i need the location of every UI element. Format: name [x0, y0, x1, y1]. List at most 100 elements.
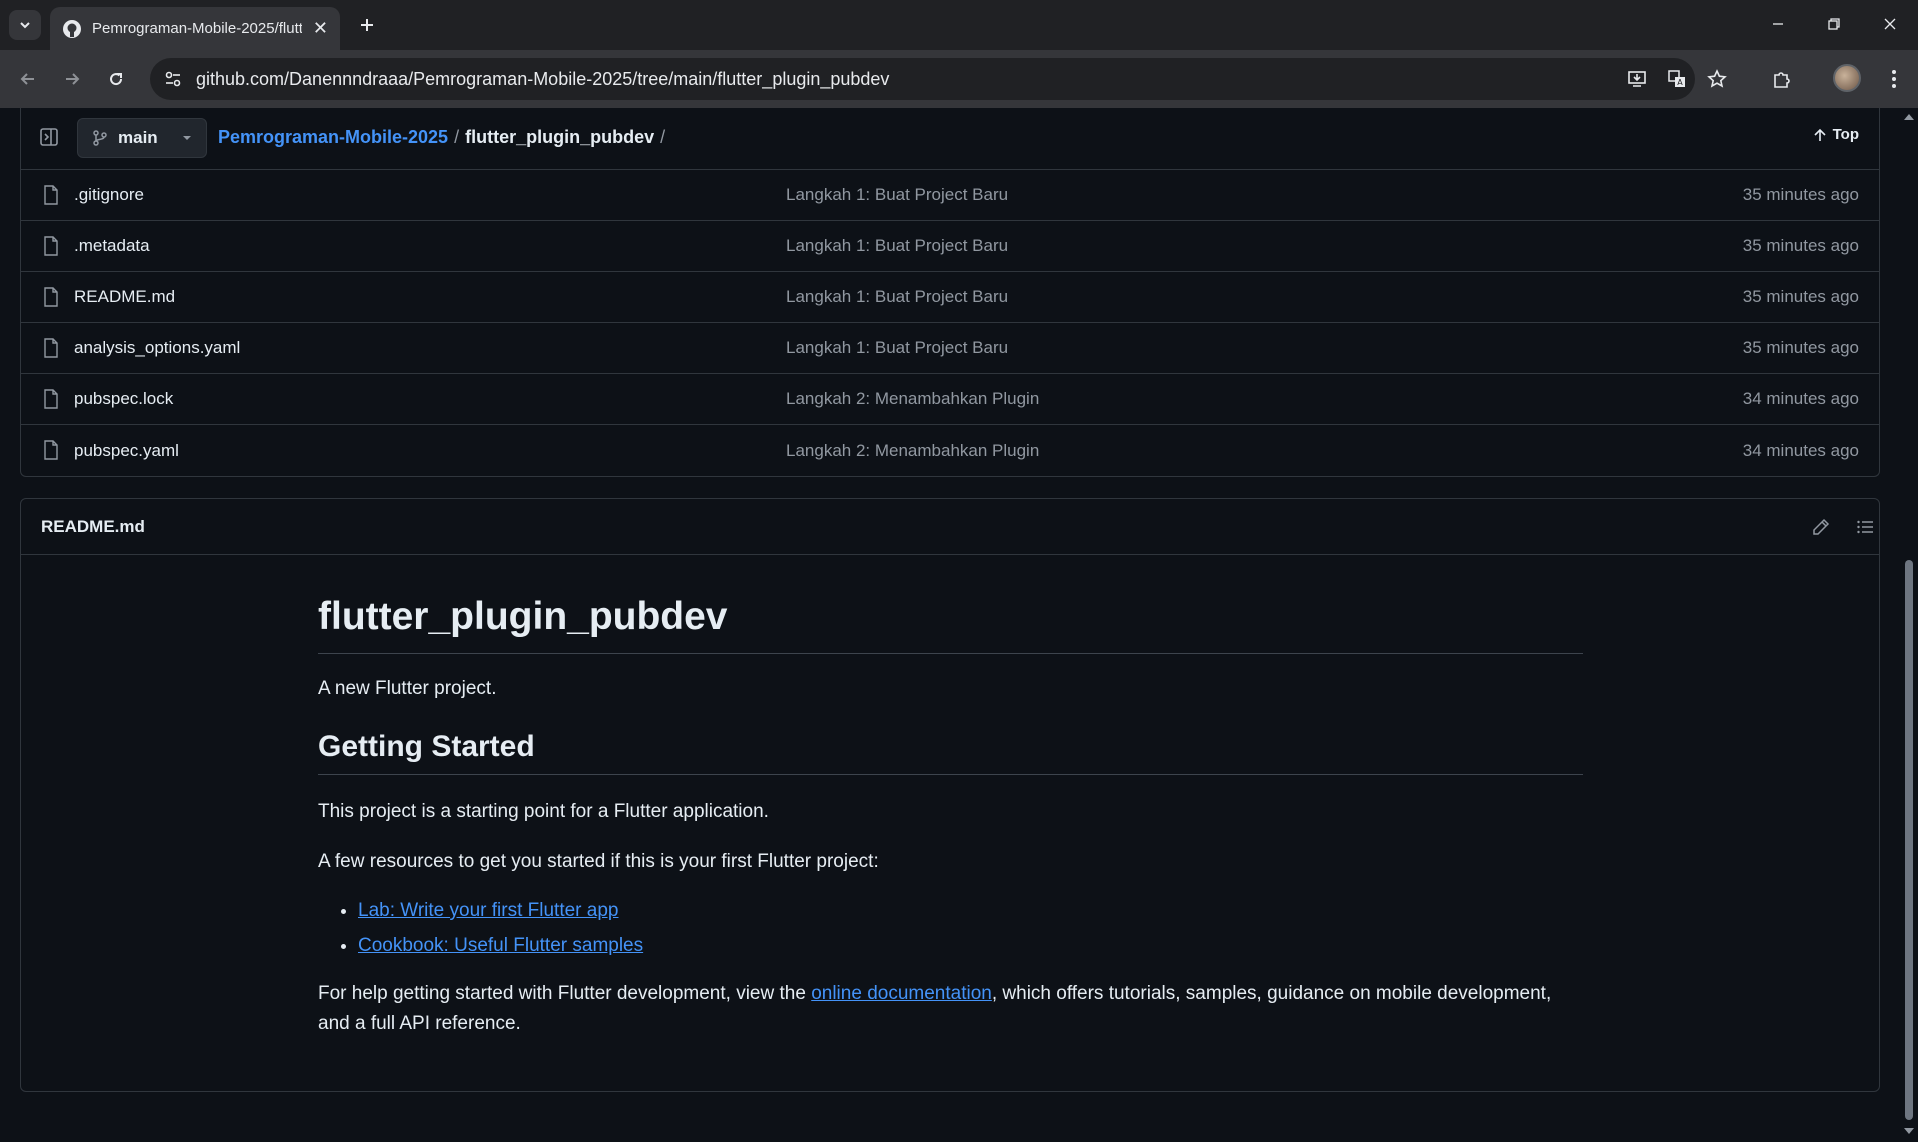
file-icon	[44, 287, 58, 307]
file-row[interactable]: README.md Langkah 1: Buat Project Baru 3…	[21, 272, 1879, 323]
tab-strip: Pemrograman-Mobile-2025/flutter_plugin_p…	[0, 0, 1918, 50]
commit-time: 34 minutes ago	[1742, 389, 1859, 408]
scroll-thumb[interactable]	[1905, 560, 1913, 1120]
breadcrumb-separator: /	[660, 127, 666, 147]
readme-intro: A new Flutter project.	[318, 678, 497, 699]
commit-message-link[interactable]: Langkah 2: Menambahkan Plugin	[786, 441, 1039, 461]
file-name-link[interactable]: .metadata	[74, 236, 150, 256]
close-icon[interactable]: ✕	[313, 18, 328, 39]
bookmark-button[interactable]	[1702, 64, 1732, 94]
new-tab-button[interactable]	[352, 10, 382, 40]
outline-button[interactable]	[1853, 515, 1877, 539]
commit-time: 34 minutes ago	[1742, 440, 1859, 460]
page-content: main Pemrograman-Mobile-2025 / flutter_p…	[0, 108, 1900, 1142]
caret-down-icon	[183, 136, 191, 140]
file-name-link[interactable]: pubspec.lock	[74, 389, 173, 409]
back-to-top-button[interactable]: Top	[1813, 126, 1859, 143]
reload-icon	[110, 73, 123, 86]
readme-header: README.md	[21, 499, 1879, 555]
breadcrumb-repo-link[interactable]: Pemrograman-Mobile-2025	[218, 127, 448, 148]
edit-readme-button[interactable]	[1809, 515, 1833, 539]
list-item: Lab: Write your first Flutter app	[358, 893, 1583, 928]
address-bar[interactable]: github.com/Danennndraaa/Pemrograman-Mobi…	[150, 58, 1727, 100]
browser-toolbar: github.com/Danennndraaa/Pemrograman-Mobi…	[0, 50, 1918, 108]
restore-button[interactable]	[1814, 8, 1854, 40]
restore-icon	[1828, 18, 1840, 30]
site-info-button[interactable]	[158, 64, 188, 94]
file-row[interactable]: analysis_options.yaml Langkah 1: Buat Pr…	[21, 323, 1879, 374]
plus-icon	[361, 19, 373, 31]
list-icon	[1857, 520, 1873, 534]
commit-message-link[interactable]: Langkah 1: Buat Project Baru	[786, 185, 1008, 205]
readme-title[interactable]: README.md	[41, 517, 145, 537]
scroll-down-icon[interactable]	[1904, 1128, 1914, 1134]
install-icon	[1628, 71, 1646, 87]
star-icon	[1707, 69, 1727, 88]
git-branch-icon	[93, 130, 107, 146]
page-scrollbar[interactable]	[1900, 108, 1918, 1142]
help-text: For help getting started with Flutter de…	[318, 983, 812, 1004]
readme-paragraph: This project is a starting point for a F…	[318, 801, 769, 822]
resource-list: Lab: Write your first Flutter app Cookbo…	[318, 893, 1583, 963]
commit-time: 35 minutes ago	[1742, 338, 1859, 357]
readme-paragraph: For help getting started with Flutter de…	[318, 979, 1583, 1039]
readme-heading: flutter_plugin_pubdev	[318, 595, 1583, 654]
file-name-link[interactable]: analysis_options.yaml	[74, 338, 240, 358]
file-name-link[interactable]: pubspec.yaml	[74, 441, 179, 461]
cookbook-link[interactable]: Cookbook: Useful Flutter samples	[358, 935, 643, 956]
arrow-left-icon	[20, 73, 34, 85]
commit-time: 35 minutes ago	[1742, 287, 1859, 306]
arrow-right-icon	[66, 73, 80, 85]
commit-message-link[interactable]: Langkah 1: Buat Project Baru	[786, 287, 1008, 307]
url-text[interactable]: github.com/Danennndraaa/Pemrograman-Mobi…	[196, 69, 889, 90]
close-icon	[1884, 18, 1896, 30]
file-name-link[interactable]: README.md	[74, 287, 175, 307]
file-icon	[44, 185, 58, 205]
branch-name: main	[118, 128, 158, 147]
branch-selector[interactable]: main	[77, 118, 207, 158]
minimize-icon	[1773, 23, 1783, 25]
file-icon	[44, 389, 58, 409]
readme-paragraph: A few resources to get you started if th…	[318, 851, 879, 872]
commit-message-link[interactable]: Langkah 1: Buat Project Baru	[786, 338, 1008, 358]
readme-panel: README.md flutter_plugin_pubdev A new Fl…	[20, 498, 1880, 1092]
close-window-button[interactable]	[1870, 8, 1910, 40]
minimize-button[interactable]	[1758, 8, 1798, 40]
commit-time: 35 minutes ago	[1742, 236, 1859, 255]
scroll-up-icon[interactable]	[1904, 114, 1914, 120]
breadcrumb-current-folder: flutter_plugin_pubdev	[465, 127, 655, 147]
forward-button[interactable]	[56, 63, 88, 95]
kebab-menu-icon	[1892, 70, 1896, 88]
file-list: .gitignore Langkah 1: Buat Project Baru …	[20, 170, 1880, 477]
sidebar-expand-icon	[40, 128, 58, 146]
file-name-link[interactable]: .gitignore	[74, 185, 144, 205]
svg-text:A: A	[1677, 78, 1683, 87]
translate-button[interactable]: A	[1662, 64, 1692, 94]
back-button[interactable]	[12, 63, 44, 95]
lab-link[interactable]: Lab: Write your first Flutter app	[358, 900, 618, 921]
file-icon	[44, 440, 58, 460]
file-row[interactable]: .gitignore Langkah 1: Buat Project Baru …	[21, 170, 1879, 221]
commit-message-link[interactable]: Langkah 1: Buat Project Baru	[786, 236, 1008, 256]
sidebar-toggle-button[interactable]	[37, 125, 61, 149]
commit-message-link[interactable]: Langkah 2: Menambahkan Plugin	[786, 389, 1039, 409]
readme-subheading: Getting Started	[318, 730, 1583, 775]
extensions-button[interactable]	[1766, 63, 1798, 95]
reload-button[interactable]	[100, 63, 132, 95]
file-row[interactable]: pubspec.lock Langkah 2: Menambahkan Plug…	[21, 374, 1879, 425]
profile-avatar[interactable]	[1833, 64, 1861, 92]
file-row[interactable]: .metadata Langkah 1: Buat Project Baru 3…	[21, 221, 1879, 272]
menu-button[interactable]	[1878, 63, 1910, 95]
tab-search-button[interactable]	[9, 10, 41, 40]
install-app-button[interactable]	[1622, 64, 1652, 94]
online-documentation-link[interactable]: online documentation	[811, 983, 992, 1004]
tab-title: Pemrograman-Mobile-2025/flutter_plugin_p…	[92, 20, 302, 37]
file-icon	[44, 236, 58, 256]
breadcrumb: Pemrograman-Mobile-2025 / flutter_plugin…	[218, 127, 665, 148]
translate-icon: A	[1668, 70, 1685, 87]
arrow-up-icon	[1814, 128, 1826, 141]
browser-tab[interactable]: Pemrograman-Mobile-2025/flutter_plugin_p…	[50, 7, 340, 50]
list-item: Cookbook: Useful Flutter samples	[358, 928, 1583, 963]
file-row[interactable]: pubspec.yaml Langkah 2: Menambahkan Plug…	[21, 425, 1879, 476]
pencil-icon	[1813, 518, 1830, 535]
